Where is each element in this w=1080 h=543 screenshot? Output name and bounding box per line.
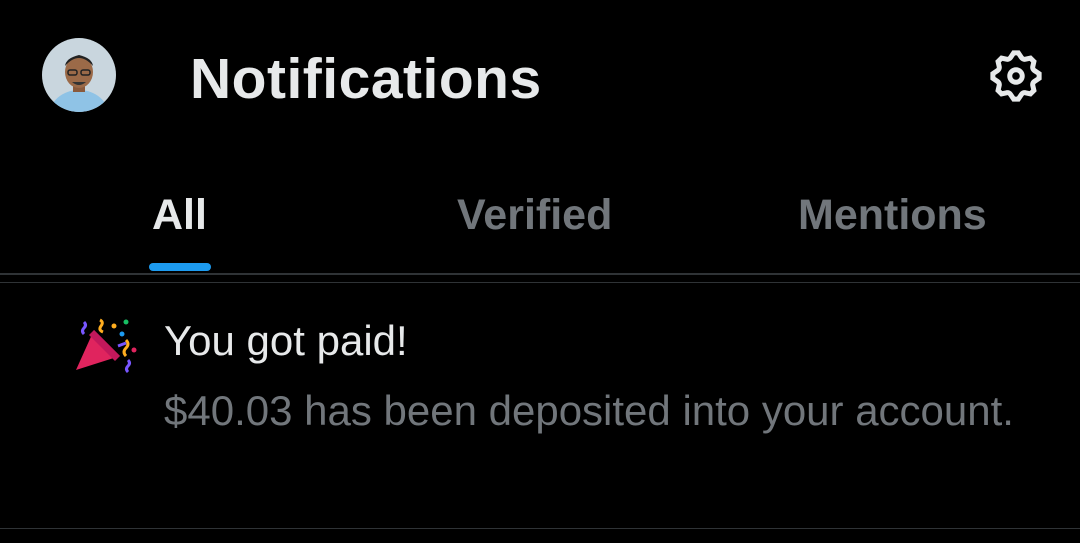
gear-icon[interactable] — [986, 46, 1046, 106]
tab-mentions-label: Mentions — [798, 191, 987, 239]
tab-verified[interactable]: Verified — [457, 188, 612, 274]
notification-tabs: All Verified Mentions — [0, 150, 1080, 274]
tabs-divider-secondary — [0, 282, 1080, 283]
header: Notifications — [0, 0, 1080, 150]
notification-divider — [0, 528, 1080, 529]
active-tab-indicator — [149, 263, 211, 271]
user-avatar[interactable] — [42, 38, 116, 112]
page-title: Notifications — [190, 47, 542, 111]
tab-mentions[interactable]: Mentions — [798, 188, 987, 274]
tab-all-label: All — [152, 191, 207, 239]
tab-verified-label: Verified — [457, 191, 613, 239]
notification-title: You got paid! — [164, 317, 408, 364]
tabs-divider — [0, 273, 1080, 275]
party-popper-icon — [74, 316, 138, 376]
notification-body: $40.03 has been deposited into your acco… — [164, 387, 1014, 434]
tab-all[interactable]: All — [152, 188, 207, 274]
